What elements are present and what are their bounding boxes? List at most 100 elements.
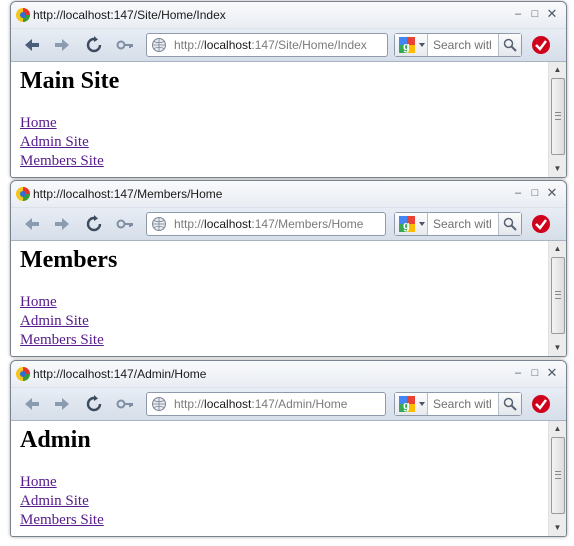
search-input[interactable]: Search with: [433, 397, 491, 411]
checkmark-badge-icon[interactable]: [530, 393, 552, 415]
back-arrow-icon[interactable]: [23, 395, 41, 413]
google-logo-icon: g: [399, 396, 425, 412]
svg-text:g: g: [403, 220, 410, 232]
title-bar: http://localhost:147/Admin/Home – □ ✕: [11, 361, 566, 388]
svg-text:g: g: [403, 400, 410, 412]
search-engine-selector[interactable]: g: [395, 34, 428, 56]
scroll-thumb[interactable]: [551, 437, 565, 514]
browser-logo-icon: [16, 187, 30, 201]
link-home[interactable]: Home: [20, 293, 104, 312]
key-icon[interactable]: [116, 215, 134, 233]
vertical-scrollbar[interactable]: ▲ ▼: [548, 241, 566, 356]
url-text: http://localhost:147/Members/Home: [174, 217, 364, 231]
window-title: http://localhost:147/Members/Home: [33, 187, 223, 201]
close-icon[interactable]: ✕: [544, 185, 560, 201]
window-title: http://localhost:147/Admin/Home: [33, 367, 207, 381]
key-icon[interactable]: [116, 395, 134, 413]
close-icon[interactable]: ✕: [544, 6, 560, 22]
reload-icon[interactable]: [85, 36, 103, 54]
vertical-scrollbar[interactable]: ▲ ▼: [548, 421, 566, 536]
link-members-site[interactable]: Members Site: [20, 331, 104, 350]
google-logo-icon: g: [399, 37, 425, 53]
search-input[interactable]: Search with: [433, 38, 491, 52]
scroll-up-arrow-icon[interactable]: ▲: [549, 241, 566, 257]
back-arrow-icon[interactable]: [23, 215, 41, 233]
vertical-scrollbar[interactable]: ▲ ▼: [548, 62, 566, 177]
back-arrow-icon[interactable]: [23, 36, 41, 54]
link-home[interactable]: Home: [20, 473, 104, 492]
search-icon: [503, 38, 517, 52]
search-button[interactable]: [498, 34, 521, 56]
globe-icon: [152, 397, 166, 411]
maximize-icon[interactable]: □: [527, 185, 543, 201]
link-members-site[interactable]: Members Site: [20, 152, 104, 171]
browser-logo-icon: [16, 367, 30, 381]
close-icon[interactable]: ✕: [544, 365, 560, 381]
reload-icon[interactable]: [85, 395, 103, 413]
maximize-icon[interactable]: □: [527, 365, 543, 381]
forward-arrow-icon[interactable]: [53, 215, 71, 233]
minimize-icon[interactable]: –: [510, 6, 526, 22]
forward-arrow-icon[interactable]: [53, 36, 71, 54]
browser-window-members: http://localhost:147/Members/Home – □ ✕ …: [10, 180, 567, 357]
scroll-thumb[interactable]: [551, 78, 565, 155]
search-box[interactable]: g Search with: [394, 212, 522, 236]
reload-icon[interactable]: [85, 215, 103, 233]
address-bar[interactable]: http://localhost:147/Site/Home/Index: [146, 33, 388, 57]
search-button[interactable]: [498, 213, 521, 235]
google-logo-icon: g: [399, 216, 425, 232]
scroll-down-arrow-icon[interactable]: ▼: [549, 340, 566, 356]
nav-links: Home Admin Site Members Site: [20, 473, 104, 530]
page-content: Members Home Admin Site Members Site ▲ ▼: [11, 241, 566, 356]
page-heading: Members: [20, 247, 118, 273]
link-members-site[interactable]: Members Site: [20, 511, 104, 530]
dropdown-arrow-icon: [419, 43, 425, 47]
minimize-icon[interactable]: –: [510, 185, 526, 201]
search-input[interactable]: Search with: [433, 217, 491, 231]
scroll-thumb[interactable]: [551, 257, 565, 334]
checkmark-badge-icon[interactable]: [530, 34, 552, 56]
globe-icon: [152, 38, 166, 52]
page-heading: Main Site: [20, 68, 120, 94]
scroll-up-arrow-icon[interactable]: ▲: [549, 421, 566, 437]
link-home[interactable]: Home: [20, 114, 104, 133]
address-bar[interactable]: http://localhost:147/Members/Home: [146, 212, 386, 236]
search-engine-selector[interactable]: g: [395, 393, 428, 415]
search-box[interactable]: g Search with: [394, 33, 522, 57]
navigation-toolbar: http://localhost:147/Members/Home g Sear…: [11, 208, 566, 241]
search-engine-selector[interactable]: g: [395, 213, 428, 235]
link-admin-site[interactable]: Admin Site: [20, 492, 104, 511]
url-text: http://localhost:147/Admin/Home: [174, 397, 348, 411]
scroll-up-arrow-icon[interactable]: ▲: [549, 62, 566, 78]
navigation-toolbar: http://localhost:147/Site/Home/Index g S…: [11, 29, 566, 62]
dropdown-arrow-icon: [419, 222, 425, 226]
forward-arrow-icon[interactable]: [53, 395, 71, 413]
page-content: Admin Home Admin Site Members Site ▲ ▼: [11, 421, 566, 536]
scroll-down-arrow-icon[interactable]: ▼: [549, 161, 566, 177]
link-admin-site[interactable]: Admin Site: [20, 312, 104, 331]
dropdown-arrow-icon: [419, 402, 425, 406]
globe-icon: [152, 217, 166, 231]
browser-logo-icon: [16, 8, 30, 22]
search-button[interactable]: [498, 393, 521, 415]
search-icon: [503, 397, 517, 411]
minimize-icon[interactable]: –: [510, 365, 526, 381]
key-icon[interactable]: [116, 36, 134, 54]
browser-window-admin: http://localhost:147/Admin/Home – □ ✕ ht…: [10, 360, 567, 537]
maximize-icon[interactable]: □: [527, 6, 543, 22]
link-admin-site[interactable]: Admin Site: [20, 133, 104, 152]
search-icon: [503, 217, 517, 231]
address-bar[interactable]: http://localhost:147/Admin/Home: [146, 392, 386, 416]
browser-window-main-site: http://localhost:147/Site/Home/Index – □…: [10, 1, 567, 178]
svg-text:g: g: [403, 41, 410, 53]
scroll-down-arrow-icon[interactable]: ▼: [549, 520, 566, 536]
title-bar: http://localhost:147/Members/Home – □ ✕: [11, 181, 566, 208]
title-bar: http://localhost:147/Site/Home/Index – □…: [11, 2, 566, 29]
search-box[interactable]: g Search with: [394, 392, 522, 416]
page-heading: Admin: [20, 427, 91, 453]
nav-links: Home Admin Site Members Site: [20, 114, 104, 171]
navigation-toolbar: http://localhost:147/Admin/Home g Search…: [11, 388, 566, 421]
page-content: Main Site Home Admin Site Members Site ▲…: [11, 62, 566, 177]
checkmark-badge-icon[interactable]: [530, 213, 552, 235]
url-text: http://localhost:147/Site/Home/Index: [174, 38, 367, 52]
